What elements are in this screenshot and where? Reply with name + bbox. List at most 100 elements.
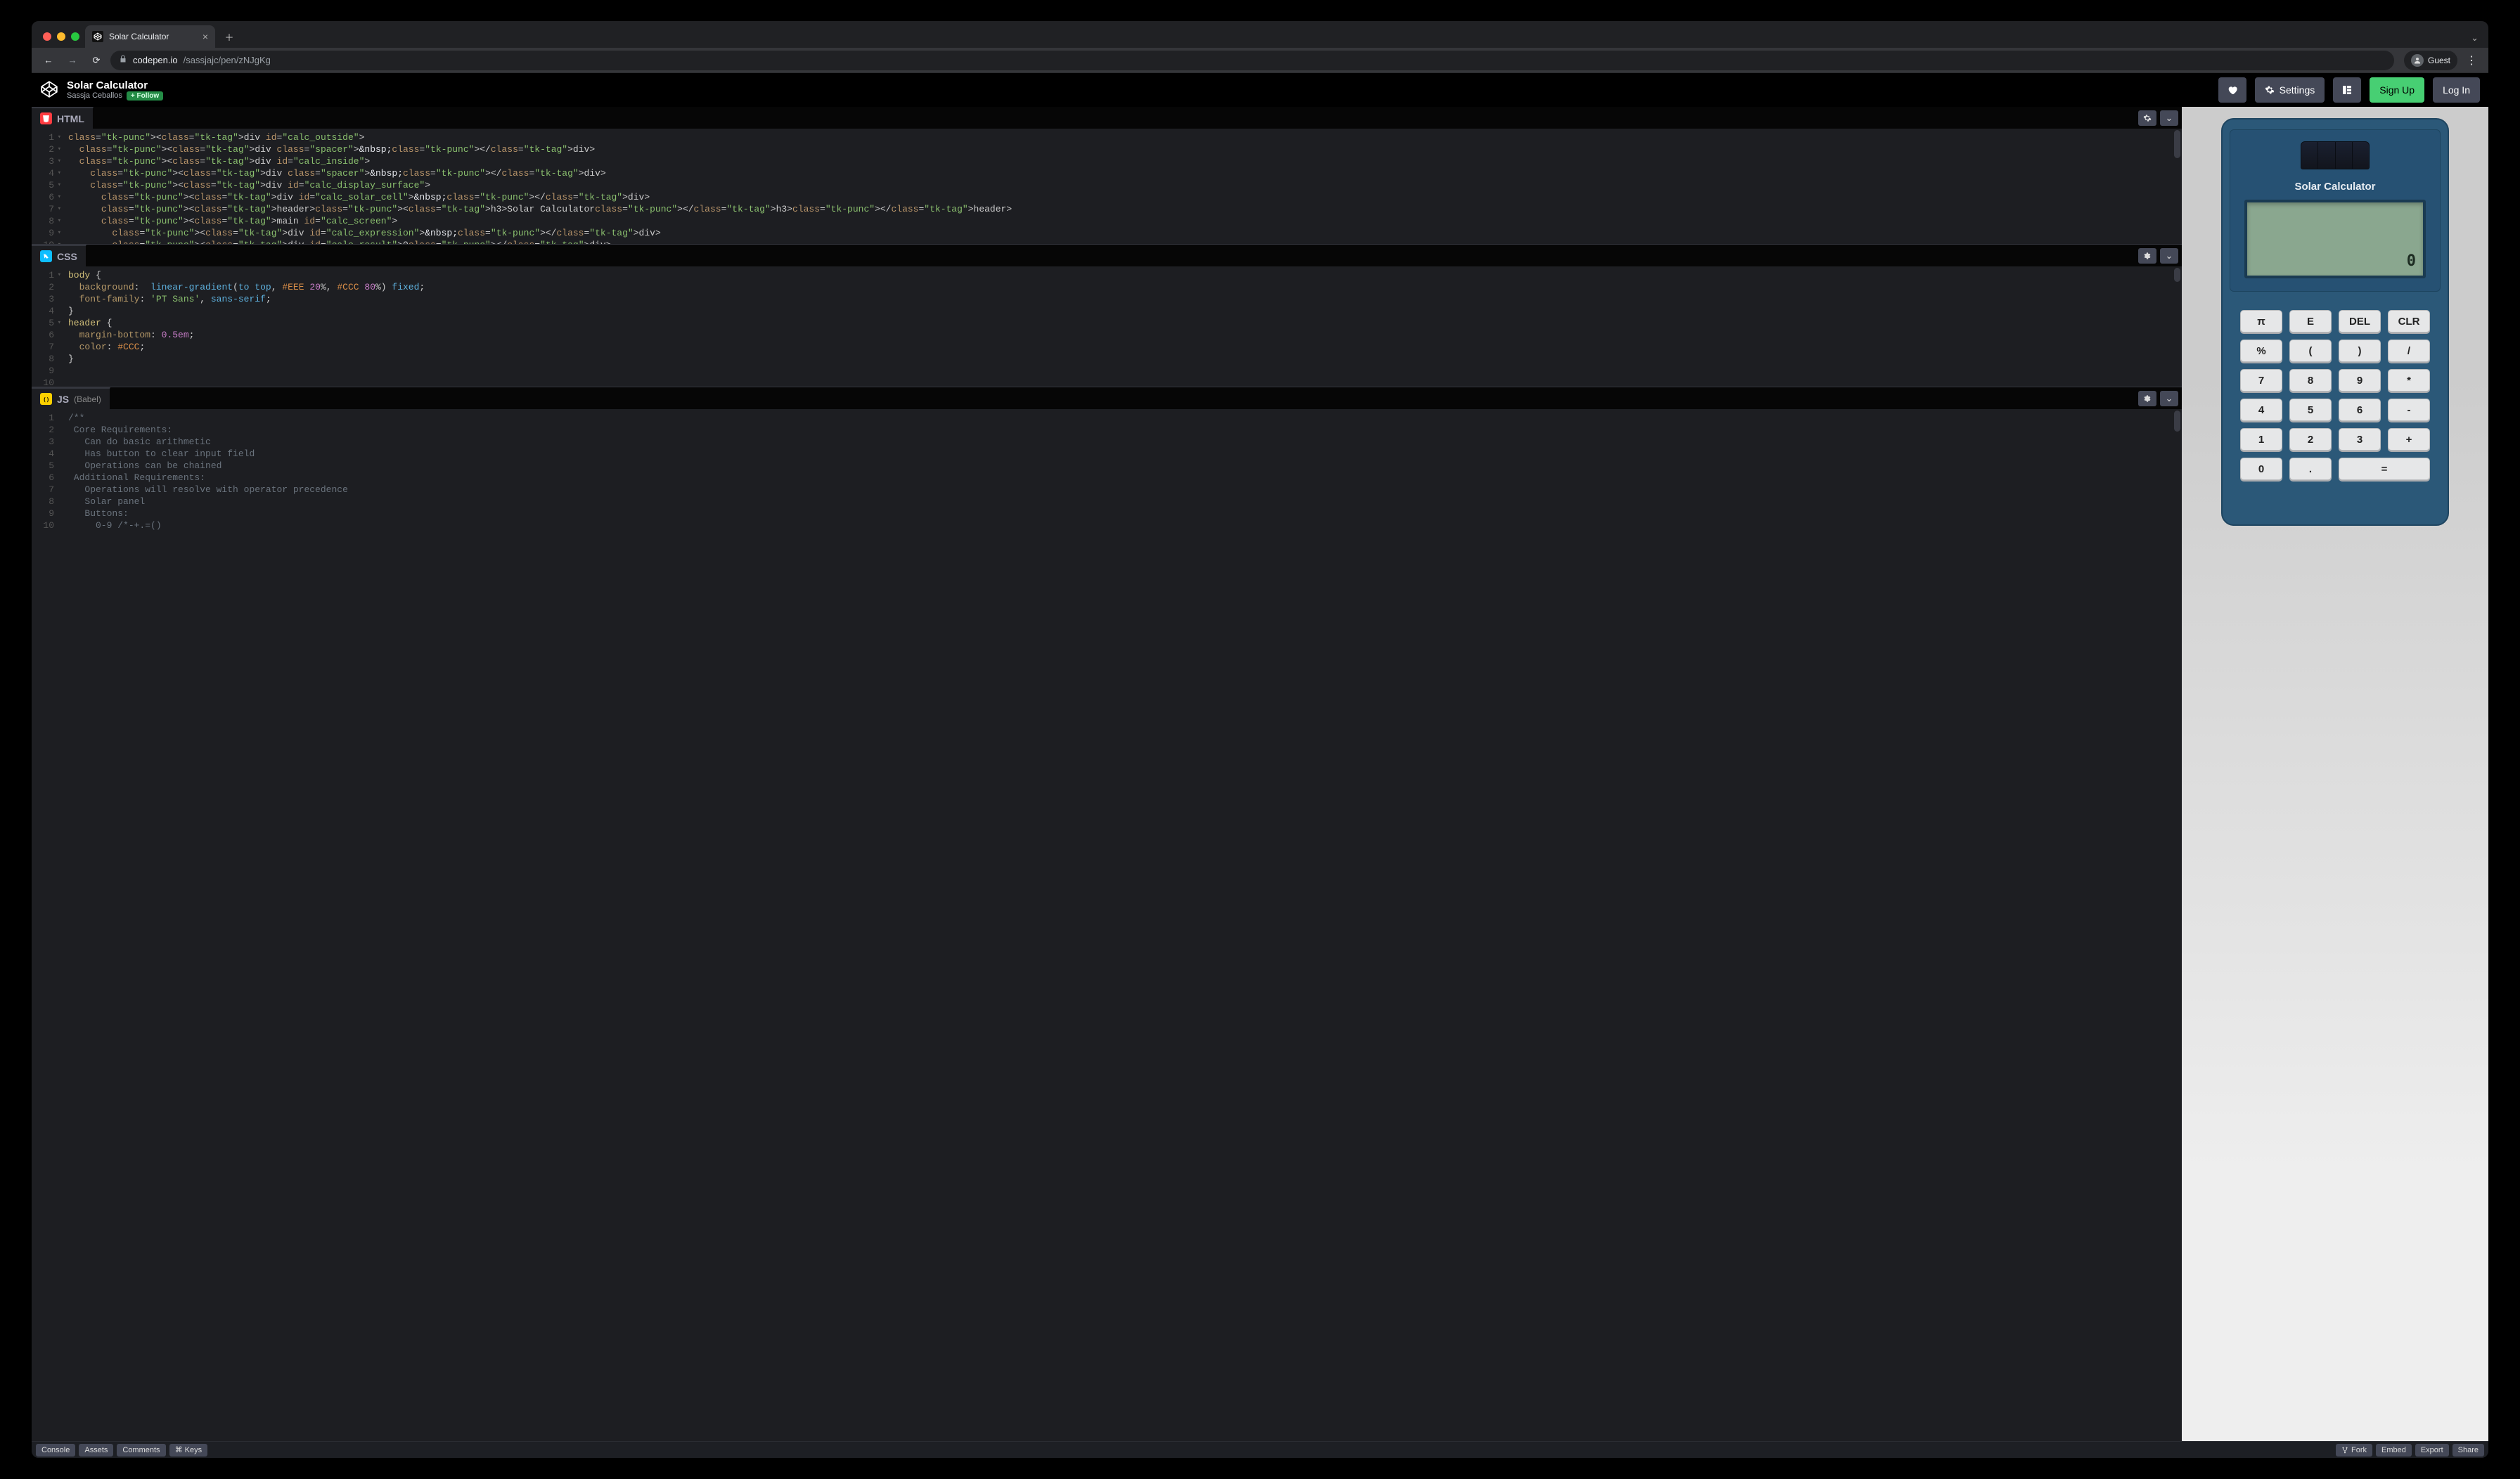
calc-key-3[interactable]: 3 — [2339, 428, 2381, 451]
assets-button[interactable]: Assets — [79, 1444, 113, 1457]
js-sublabel: (Babel) — [74, 394, 101, 404]
calc-key-%[interactable]: % — [2240, 340, 2282, 362]
svg-text:(): () — [43, 396, 49, 403]
js-label: JS — [57, 394, 69, 405]
calc-key-0[interactable]: 0 — [2240, 458, 2282, 480]
html-scrollbar[interactable] — [2174, 130, 2180, 243]
tab-title: Solar Calculator — [109, 32, 169, 41]
pen-author[interactable]: Sassja Ceballos — [67, 91, 122, 101]
console-button[interactable]: Console — [36, 1444, 75, 1457]
follow-button[interactable]: + Follow — [127, 91, 163, 101]
calc-key-clr[interactable]: CLR — [2388, 310, 2430, 332]
browser-tab[interactable]: Solar Calculator × — [85, 25, 215, 48]
profile-chip[interactable]: Guest — [2404, 51, 2457, 70]
html-editor[interactable]: 12345678910 class="tk-punc"><class="tk-t… — [32, 129, 2182, 244]
new-tab-button[interactable]: ＋ — [219, 27, 239, 46]
lock-icon — [119, 55, 127, 65]
window-controls — [39, 32, 85, 48]
js-panel-header: () JS (Babel) ⌄ — [32, 387, 2182, 409]
html-collapse-icon[interactable]: ⌄ — [2160, 110, 2178, 126]
love-button[interactable] — [2218, 77, 2246, 103]
tab-strip: Solar Calculator × ＋ ⌄ — [32, 21, 2488, 48]
close-window-icon[interactable] — [43, 32, 51, 41]
gear-icon — [2265, 85, 2275, 95]
calc-key-equals[interactable]: = — [2339, 458, 2430, 480]
html-settings-icon[interactable] — [2138, 110, 2156, 126]
reload-button[interactable]: ⟳ — [86, 51, 106, 70]
calc-key-9[interactable]: 9 — [2339, 369, 2381, 392]
css-scrollbar[interactable] — [2174, 268, 2180, 385]
tabs-overflow-icon[interactable]: ⌄ — [2471, 32, 2479, 48]
html-tab[interactable]: HTML — [32, 107, 94, 129]
calc-key-1[interactable]: 1 — [2240, 428, 2282, 451]
calc-key-π[interactable]: π — [2240, 310, 2282, 332]
codepen-logo-icon[interactable] — [40, 80, 58, 101]
calc-key-+[interactable]: + — [2388, 428, 2430, 451]
workspace: HTML ⌄ 12345678910 class="tk-punc"><clas… — [32, 107, 2488, 1441]
css-editor[interactable]: 12345678910 body { background: linear-gr… — [32, 266, 2182, 387]
address-bar: ← → ⟳ codepen.io/sassjajc/pen/zNJgKg Gue… — [32, 48, 2488, 73]
calc-key-e[interactable]: E — [2289, 310, 2332, 332]
calc-key-([interactable]: ( — [2289, 340, 2332, 362]
codepen-favicon-icon — [92, 31, 103, 42]
calc-keypad: πE DEL CLR% () / 789 * 456- 123 +0. = — [2240, 310, 2430, 480]
embed-button[interactable]: Embed — [2376, 1444, 2412, 1457]
maximize-window-icon[interactable] — [71, 32, 79, 41]
layout-button[interactable] — [2333, 77, 2361, 103]
shortcuts-button[interactable]: ⌘ Keys — [169, 1444, 208, 1457]
calc-key-2[interactable]: 2 — [2289, 428, 2332, 451]
browser-window: Solar Calculator × ＋ ⌄ ← → ⟳ codepen.io/… — [32, 21, 2488, 1458]
js-collapse-icon[interactable]: ⌄ — [2160, 391, 2178, 406]
calc-result: 0 — [2407, 252, 2416, 270]
signup-button[interactable]: Sign Up — [2370, 77, 2424, 103]
html-panel: HTML ⌄ 12345678910 class="tk-punc"><clas… — [32, 107, 2182, 244]
solar-cell — [2301, 141, 2370, 169]
js-settings-icon[interactable] — [2138, 391, 2156, 406]
calc-outside: Solar Calculator 0 πE DEL CLR% () / 789 * 456- 1… — [2221, 118, 2449, 526]
preview-pane: Solar Calculator 0 πE DEL CLR% () / 789 * 456- 1… — [2182, 107, 2488, 1441]
fork-button[interactable]: Fork — [2336, 1444, 2372, 1457]
js-tab[interactable]: () JS (Babel) — [32, 387, 110, 409]
html-panel-header: HTML ⌄ — [32, 107, 2182, 129]
comments-button[interactable]: Comments — [117, 1444, 165, 1457]
css-settings-icon[interactable] — [2138, 248, 2156, 264]
login-button[interactable]: Log In — [2433, 77, 2480, 103]
forward-button[interactable]: → — [63, 51, 82, 70]
calc-key-dot[interactable]: . — [2289, 458, 2332, 480]
url-field[interactable]: codepen.io/sassjajc/pen/zNJgKg — [110, 51, 2394, 70]
guest-avatar-icon — [2411, 54, 2424, 67]
settings-label: Settings — [2280, 84, 2315, 96]
url-host: codepen.io — [133, 55, 178, 65]
fork-icon — [2341, 1447, 2348, 1454]
js-badge-icon: () — [40, 393, 52, 405]
share-button[interactable]: Share — [2452, 1444, 2484, 1457]
calc-key-7[interactable]: 7 — [2240, 369, 2282, 392]
js-scrollbar[interactable] — [2174, 411, 2180, 1440]
js-editor[interactable]: 12345678910 /** Core Requirements: Can d… — [32, 409, 2182, 1441]
calc-key-*[interactable]: * — [2388, 369, 2430, 392]
guest-label: Guest — [2428, 56, 2450, 65]
calc-key-8[interactable]: 8 — [2289, 369, 2332, 392]
calc-inside: Solar Calculator 0 — [2230, 129, 2441, 292]
css-tab[interactable]: CSS — [32, 245, 86, 266]
export-button[interactable]: Export — [2415, 1444, 2449, 1457]
calc-key-4[interactable]: 4 — [2240, 399, 2282, 421]
css-panel: CSS ⌄ 12345678910 body { background: lin… — [32, 244, 2182, 387]
codepen-header: Solar Calculator Sassja Ceballos + Follo… — [32, 73, 2488, 107]
css-collapse-icon[interactable]: ⌄ — [2160, 248, 2178, 264]
settings-button[interactable]: Settings — [2255, 77, 2325, 103]
minimize-window-icon[interactable] — [57, 32, 65, 41]
calc-key-)[interactable]: ) — [2339, 340, 2381, 362]
tab-close-icon[interactable]: × — [202, 31, 208, 42]
pen-title-block: Solar Calculator Sassja Ceballos + Follo… — [67, 79, 163, 101]
calc-key-/[interactable]: / — [2388, 340, 2430, 362]
calc-key-6[interactable]: 6 — [2339, 399, 2381, 421]
calc-key-del[interactable]: DEL — [2339, 310, 2381, 332]
calc-key-5[interactable]: 5 — [2289, 399, 2332, 421]
browser-menu-icon[interactable]: ⋮ — [2462, 53, 2481, 67]
editors-column: HTML ⌄ 12345678910 class="tk-punc"><clas… — [32, 107, 2182, 1441]
calc-screen: 0 — [2244, 200, 2426, 278]
calc-key--[interactable]: - — [2388, 399, 2430, 421]
footer-bar: Console Assets Comments ⌘ Keys Fork Embe… — [32, 1441, 2488, 1458]
back-button[interactable]: ← — [39, 51, 58, 70]
